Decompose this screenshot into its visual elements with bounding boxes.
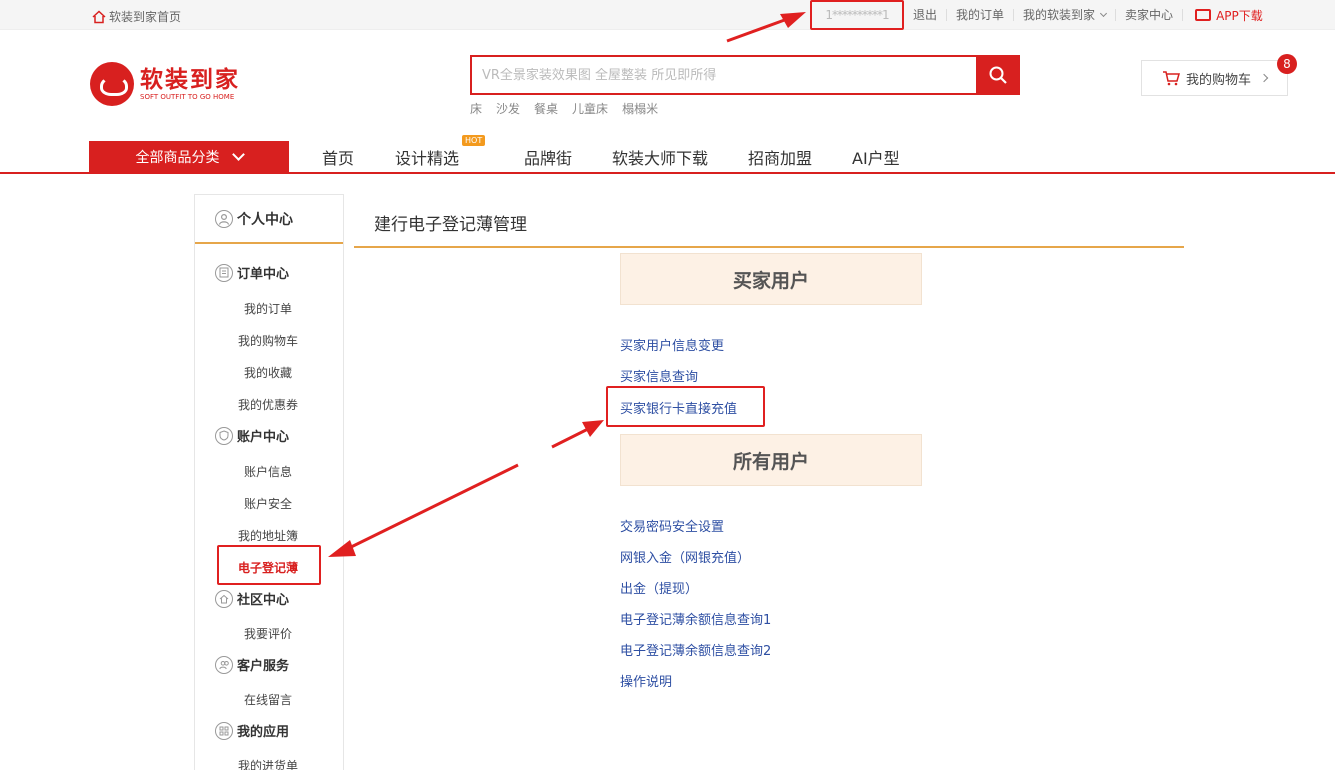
username-masked[interactable]: 1**********1 [810,0,904,30]
sidebar-item-online-message[interactable]: 在线留言 [244,691,292,708]
sidebar-item-my-cart[interactable]: 我的购物车 [238,332,298,349]
nav-item-franchise[interactable]: 招商加盟 [748,145,812,169]
nav-item-master-download[interactable]: 软装大师下载 [612,145,708,169]
chevron-down-icon [231,147,245,161]
cart-button[interactable]: 我的购物车 8 [1141,54,1297,96]
section-title: 客户服务 [237,659,290,674]
section-community-center: 社区中心 [215,589,289,608]
home-link-label: 软装到家首页 [109,10,182,24]
group-header-all-users: 所有用户 [620,434,922,486]
nav-item-home[interactable]: 首页 [322,145,354,169]
link-withdraw[interactable]: 出金（提现） [620,578,698,597]
search-icon [989,66,1007,84]
top-bar-links: 1**********1 退出 我的订单 我的软装到家 卖家中心 APP下载 [810,0,1263,30]
logo-text: 软装到家 [140,66,240,93]
seller-center-link[interactable]: 卖家中心 [1116,9,1184,21]
link-online-deposit[interactable]: 网银入金（网银充值） [620,547,750,566]
my-orders-link[interactable]: 我的订单 [947,9,1015,21]
main-nav: 全部商品分类 首页 设计精选 HOT 品牌街 软装大师下载 招商加盟 AI户型 [0,135,1335,174]
group-header-buyer: 买家用户 [620,253,922,305]
home-link[interactable]: 软装到家首页 [92,8,181,25]
logo-subtitle: SOFT OUTFIT TO GO HOME [140,92,235,101]
link-buyer-info-query[interactable]: 买家信息查询 [620,366,698,385]
all-categories-button[interactable]: 全部商品分类 [89,141,289,172]
home-icon [92,9,106,23]
hot-word[interactable]: 榻榻米 [622,100,658,117]
hot-word[interactable]: 儿童床 [572,100,608,117]
nav-item-brands[interactable]: 品牌街 [524,145,572,169]
users-icon [215,655,233,674]
section-account-center: 账户中心 [215,426,289,445]
section-title: 账户中心 [237,430,290,445]
sidebar: 个人中心 订单中心 我的订单 我的购物车 我的收藏 我的优惠券 账户中心 账户信… [194,194,344,770]
chevron-down-icon [1100,9,1108,18]
apps-icon [215,721,233,740]
hot-words: 床 沙发 餐桌 儿童床 榻榻米 [470,100,658,117]
sidebar-item-account-info[interactable]: 账户信息 [244,463,292,480]
search-button[interactable] [976,55,1020,95]
title-divider [354,246,1184,248]
app-download-label: APP下载 [1216,8,1263,23]
logout-link[interactable]: 退出 [904,9,948,21]
site-logo[interactable]: 软装到家 SOFT OUTFIT TO GO HOME [90,62,240,106]
user-icon [215,209,233,228]
section-customer-service: 客户服务 [215,655,289,674]
sidebar-item-account-security[interactable]: 账户安全 [244,495,292,512]
my-home-menu[interactable]: 我的软装到家 [1014,8,1117,22]
link-balance-query-1[interactable]: 电子登记薄余额信息查询1 [620,609,771,628]
annotation-arrow-recharge [551,426,591,449]
section-order-center: 订单中心 [215,263,289,282]
my-home-label: 我的软装到家 [1023,8,1096,22]
search-bar [470,55,1020,95]
app-download-link[interactable]: APP下载 [1183,7,1263,24]
link-buyer-info-change[interactable]: 买家用户信息变更 [620,335,724,354]
link-instructions[interactable]: 操作说明 [620,671,672,690]
cart-count-badge: 8 [1277,54,1297,74]
nav-item-ai-layout[interactable]: AI户型 [852,145,900,169]
annotation-highlight-e-register [217,545,321,585]
sidebar-item-favorites[interactable]: 我的收藏 [244,364,292,381]
tablet-icon [1195,9,1212,21]
sidebar-item-purchase-list[interactable]: 我的进货单 [238,757,298,770]
link-balance-query-2[interactable]: 电子登记薄余额信息查询2 [620,640,771,659]
nav-item-design[interactable]: 设计精选 [395,145,459,169]
sidebar-title: 个人中心 [237,211,293,228]
page-title: 建行电子登记薄管理 [374,215,527,235]
cart-icon [1162,71,1180,86]
hot-word[interactable]: 沙发 [496,100,520,117]
sidebar-item-address-book[interactable]: 我的地址簿 [238,527,298,544]
sidebar-item-my-orders[interactable]: 我的订单 [244,300,292,317]
section-my-apps: 我的应用 [215,721,289,740]
shield-icon [215,426,233,445]
all-categories-label: 全部商品分类 [135,149,220,166]
home-icon [215,589,233,608]
cart-label: 我的购物车 [1185,72,1251,88]
top-bar: 软装到家首页 1**********1 退出 我的订单 我的软装到家 卖家中心 … [0,0,1335,30]
chevron-right-icon [1259,73,1269,83]
section-title: 我的应用 [237,725,290,740]
search-box [470,55,976,95]
hot-word[interactable]: 餐桌 [534,100,558,117]
section-title: 社区中心 [237,593,290,608]
annotation-arrow-e-register [344,463,519,552]
annotation-highlight-bank-recharge [606,386,765,427]
document-icon [215,263,233,282]
logo-icon [90,62,134,106]
hot-word[interactable]: 床 [470,100,482,117]
sidebar-item-coupons[interactable]: 我的优惠券 [238,396,298,413]
sidebar-item-review[interactable]: 我要评价 [244,625,292,642]
section-title: 订单中心 [237,267,290,282]
search-input[interactable] [482,67,976,83]
annotation-arrowhead-recharge [582,420,604,437]
sidebar-header[interactable]: 个人中心 [195,195,343,244]
hot-badge: HOT [462,135,486,146]
link-trade-password[interactable]: 交易密码安全设置 [620,516,724,535]
